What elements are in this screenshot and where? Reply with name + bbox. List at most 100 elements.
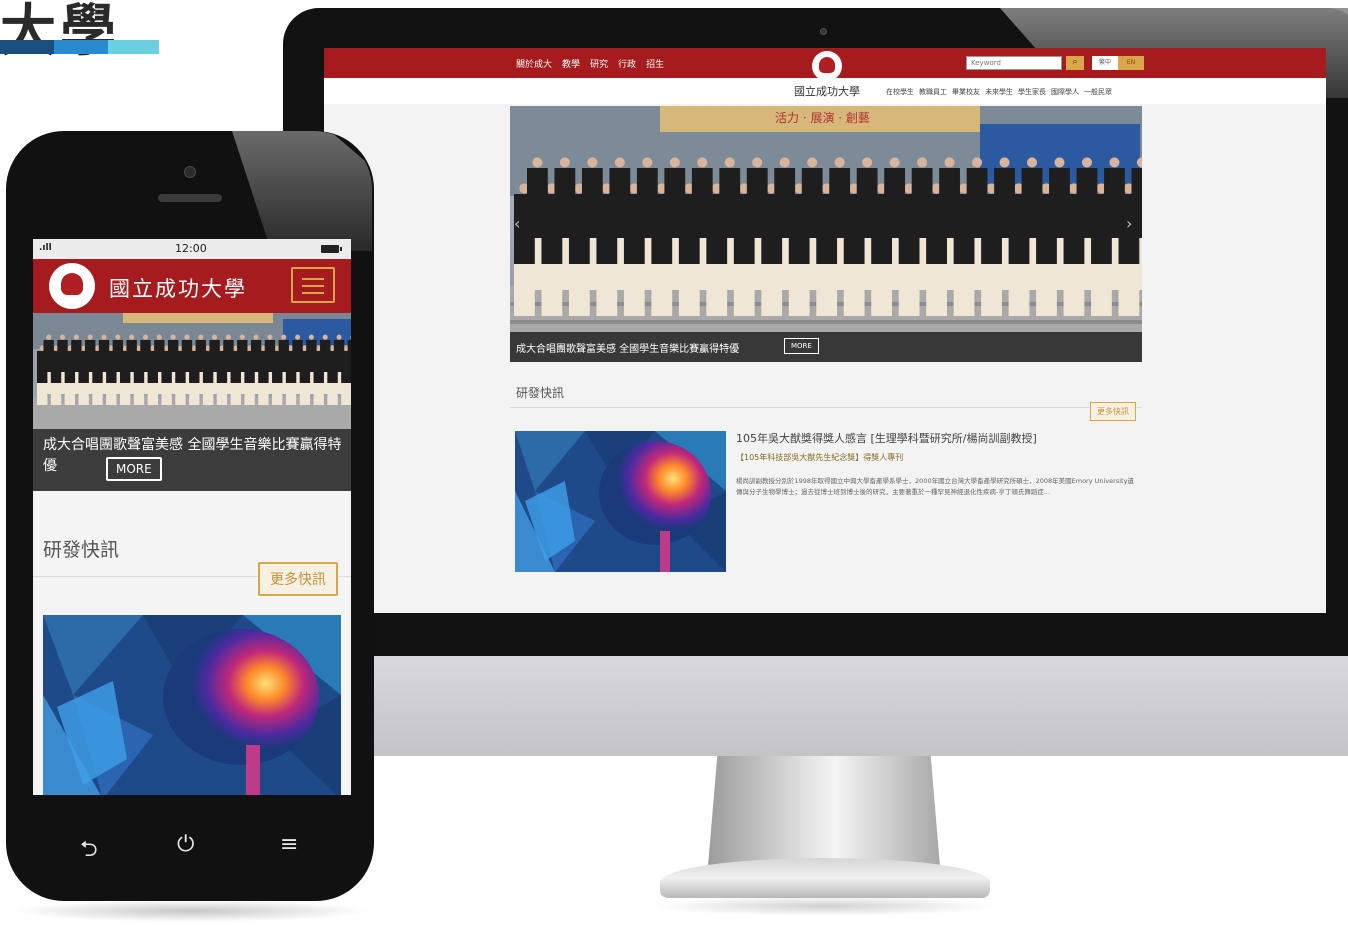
nav-item-administration[interactable]: 行政 (618, 57, 636, 70)
choir-singer-head (889, 157, 900, 168)
desktop-screen: 關於成大 教學 研究 行政 招生 Keyword ⌕ 繁中 EN 國立成功大學 … (324, 48, 1326, 613)
choir-singer-head (184, 334, 190, 340)
choir-singer-head (225, 334, 231, 340)
choir-singer (609, 168, 631, 238)
choir-singer-head (834, 157, 845, 168)
choir-photo: 活力 · 展演 · 創藝 (510, 106, 1142, 362)
choir-singer (264, 340, 276, 372)
news-title-link[interactable]: 105年吳大猷獎得獎人感言 [生理學科暨研究所/楊尚訓副教授] (736, 430, 1037, 446)
phone-screen: .ıll 12:00 國立成功大學 成大合唱團歌聲富美感 全國學生音樂比賽贏得特… (33, 239, 351, 795)
choir-singer (347, 340, 351, 372)
back-icon[interactable]: ⮌ (80, 832, 98, 870)
carousel-next-icon[interactable]: › (1126, 214, 1132, 233)
search-icon[interactable]: ⌕ (1066, 56, 1084, 70)
hero-carousel-image[interactable]: 活力 · 展演 · 創藝 ‹ › (510, 106, 1142, 362)
phone-header: 國立成功大學 (33, 259, 351, 313)
section-title-research-news: 研發快訊 (516, 386, 565, 400)
audience-item-staff[interactable]: 教職員工 (919, 87, 947, 97)
choir-singer (994, 168, 1015, 238)
nav-item-about[interactable]: 關於成大 (516, 57, 552, 70)
more-news-button[interactable]: 更多快訊 (1090, 402, 1136, 421)
ncku-emblem-icon[interactable] (49, 263, 95, 309)
choir-singer-head (532, 157, 543, 168)
choir-singer-head (587, 157, 598, 168)
desktop-main-nav: 關於成大 教學 研究 行政 招生 (516, 57, 664, 70)
nav-item-admissions[interactable]: 招生 (646, 57, 664, 70)
search-input[interactable]: Keyword (966, 56, 1062, 70)
hero-caption-text[interactable]: 成大合唱團歌聲富美感 全國學生音樂比賽贏得特優 (43, 435, 343, 477)
news-thumbnail[interactable] (515, 431, 726, 572)
hero-caption-text[interactable]: 成大合唱團歌聲富美感 全國學生音樂比賽贏得特優 (516, 340, 739, 355)
choir-singer-head (999, 157, 1010, 168)
more-news-button[interactable]: 更多快訊 (258, 562, 338, 596)
carousel-prev-icon[interactable]: ‹ (514, 214, 520, 233)
news-subtitle: 【105年科技部吳大猷先生紀念獎】得獎人專刊 (736, 453, 904, 462)
choir-singer-head (239, 334, 245, 340)
choir-singer-head (156, 334, 162, 340)
choir-singer (306, 340, 317, 372)
choir-singer-head (73, 334, 79, 340)
power-icon[interactable]: ⏻ (177, 832, 194, 857)
choir-singer-head (295, 334, 301, 340)
choir-singer-head (46, 334, 52, 340)
phone-speaker (158, 194, 222, 202)
choir-singer-head (1026, 157, 1038, 168)
choir-singer (181, 340, 193, 372)
nav-item-teaching[interactable]: 教學 (562, 57, 580, 70)
nav-item-research[interactable]: 研究 (590, 57, 608, 70)
status-bar: .ıll 12:00 (33, 239, 351, 259)
hero-more-button[interactable]: MORE (106, 457, 162, 481)
hamburger-menu-icon[interactable] (291, 267, 335, 303)
news-thumbnail[interactable] (43, 615, 341, 795)
audience-item-alumni[interactable]: 畢業校友 (952, 87, 980, 97)
phone-hero-caption: 成大合唱團歌聲富美感 全國學生音樂比賽贏得特優 (33, 429, 351, 491)
menu-icon[interactable]: ≡ (280, 832, 298, 857)
audience-item-international[interactable]: 國際學人 (1051, 87, 1079, 97)
audience-item-students[interactable]: 在校學生 (886, 87, 914, 97)
choir-singer (154, 340, 165, 372)
choir-singer (71, 340, 82, 372)
choir-singer-head (212, 334, 218, 340)
audience-item-future-students[interactable]: 未來學生 (985, 87, 1013, 97)
lang-en-button[interactable]: EN (1118, 56, 1144, 70)
phone-camera-icon (184, 166, 196, 178)
choir-singer-head (336, 334, 342, 340)
language-switch: 繁中 EN (1092, 56, 1144, 70)
choir-singer-head (142, 334, 149, 340)
choir-singer (664, 168, 686, 238)
choir-singer-head (129, 334, 135, 340)
battery-icon (321, 245, 342, 253)
phone-hero-image[interactable] (33, 313, 351, 429)
audience-item-public[interactable]: 一般民眾 (1084, 87, 1112, 97)
choir-singer (223, 340, 234, 372)
choir-singer-head (115, 334, 121, 340)
choir-singer-head (642, 157, 653, 168)
choir-singer (774, 168, 796, 238)
hero-banner-text: 活力 · 展演 · 創藝 (775, 110, 870, 125)
audience-item-parents[interactable]: 學生家長 (1018, 87, 1046, 97)
choir-singer (636, 168, 658, 238)
choir-singer-head (198, 334, 204, 340)
lang-zh-button[interactable]: 繁中 (1092, 56, 1118, 70)
choir-singer-head (1109, 157, 1120, 168)
choir-singer (527, 168, 548, 238)
choir-singer-head (752, 157, 763, 168)
university-wordmark[interactable]: 國立成功大學 (109, 273, 247, 303)
monitor-shadow (650, 896, 1000, 916)
choir-singer (801, 168, 823, 238)
university-wordmark[interactable]: 國立成功大學 (794, 83, 860, 99)
choir-singer-head (972, 157, 983, 168)
monitor-camera-icon (820, 28, 827, 35)
choir-singer (98, 340, 110, 372)
hero-more-button[interactable]: MORE (784, 338, 819, 354)
choir-singer-head (862, 157, 873, 168)
choir-singer-head (614, 157, 625, 168)
audience-nav: 在校學生 教職員工 畢業校友 未來學生 學生家長 國際學人 一般民眾 (886, 87, 1112, 97)
choir-singer (140, 340, 151, 372)
choir-singer-head (1054, 157, 1065, 168)
choir-singer (691, 168, 713, 238)
choir-singer (195, 340, 206, 372)
choir-singer (57, 340, 68, 372)
choir-singer (278, 340, 289, 372)
choir-singer-head (170, 334, 176, 340)
